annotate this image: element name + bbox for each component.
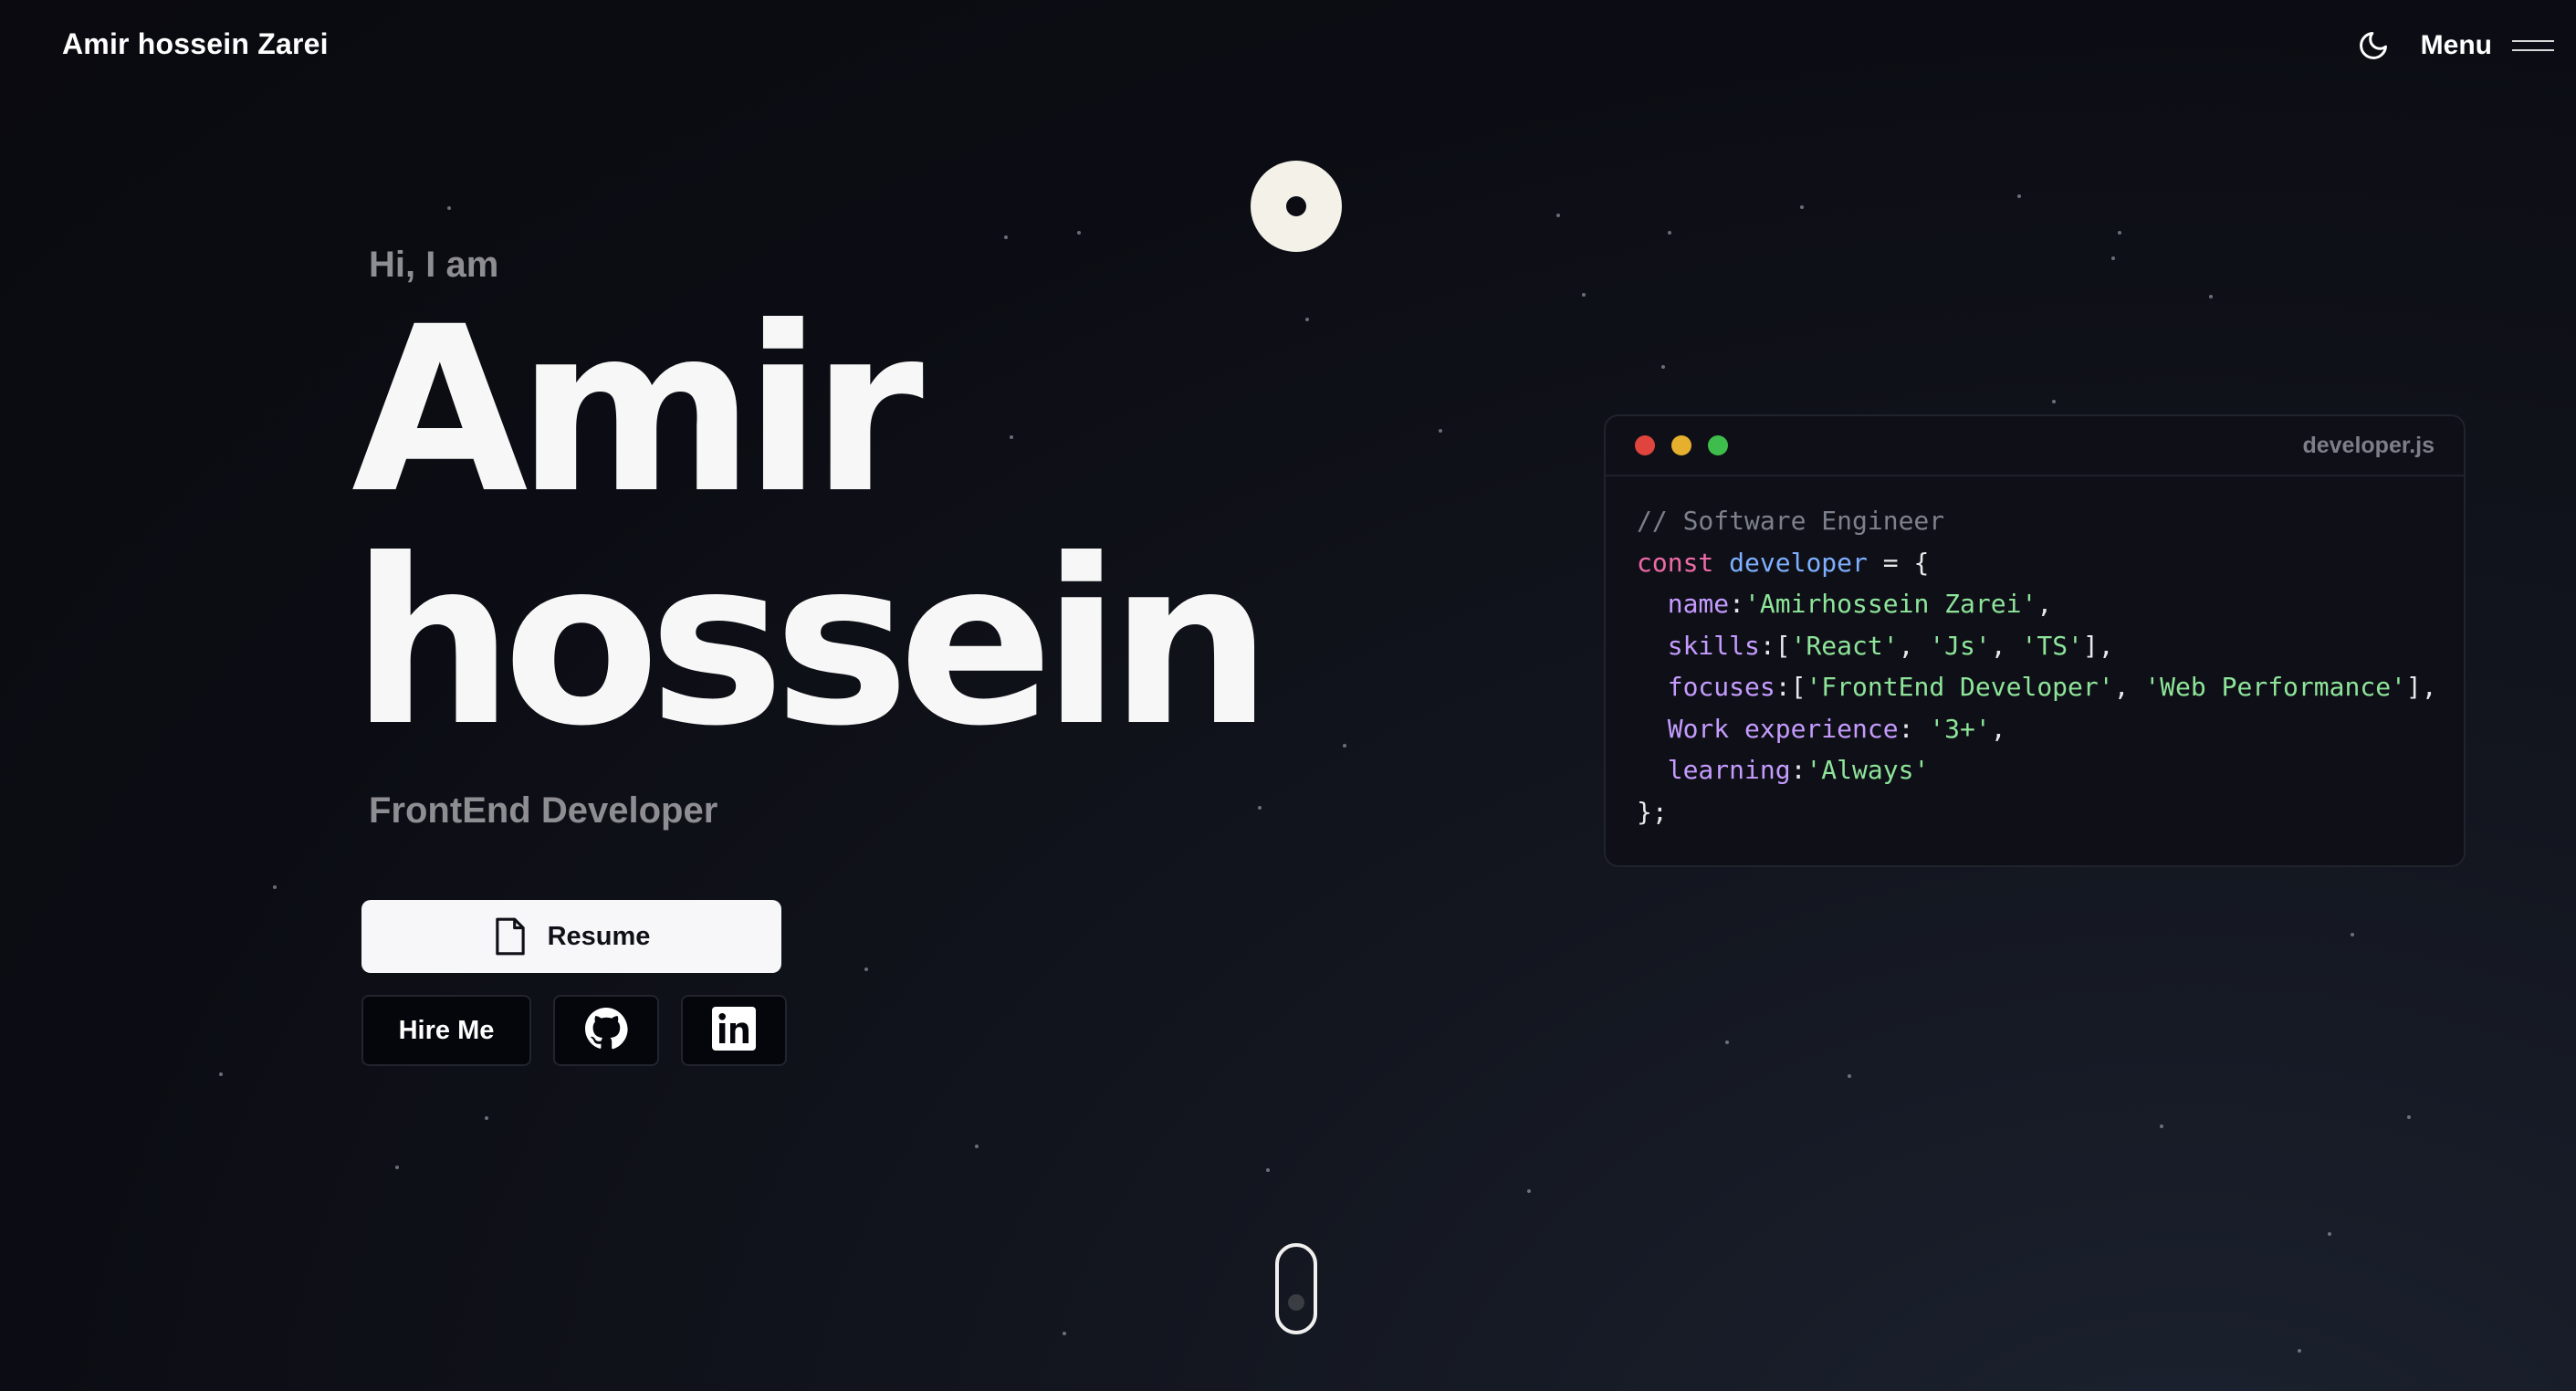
github-button[interactable] xyxy=(553,995,659,1066)
maximize-dot xyxy=(1708,435,1728,455)
code-skill: 'React' xyxy=(1790,630,1899,661)
linkedin-button[interactable] xyxy=(681,995,787,1066)
moon-icon[interactable] xyxy=(2353,26,2393,66)
code-open: = { xyxy=(1867,547,1930,578)
brand-name[interactable]: Amir hossein Zarei xyxy=(62,27,329,61)
close-dot xyxy=(1635,435,1655,455)
hero-name-line2: hossein xyxy=(351,510,1272,776)
code-window: developer.js // Software Engineer const … xyxy=(1604,414,2466,867)
code-val-learning: 'Always' xyxy=(1806,755,1930,785)
code-close: }; xyxy=(1637,796,1668,827)
code-key-skills: skills xyxy=(1667,630,1760,661)
github-icon xyxy=(584,1007,628,1055)
code-skill: 'Js' xyxy=(1929,630,1991,661)
code-comment: // Software Engineer xyxy=(1637,506,1945,536)
minimize-dot xyxy=(1671,435,1691,455)
document-icon xyxy=(493,916,528,957)
code-filename: developer.js xyxy=(2302,433,2435,458)
hamburger-icon[interactable] xyxy=(2512,35,2554,57)
code-key-learning: learning xyxy=(1667,755,1791,785)
scroll-down-indicator[interactable] xyxy=(1275,1243,1317,1334)
sun-decoration xyxy=(1251,161,1342,252)
menu-button[interactable]: Menu xyxy=(2421,30,2492,61)
linkedin-icon xyxy=(712,1006,756,1055)
code-window-titlebar: developer.js xyxy=(1606,416,2464,476)
role-text: FrontEnd Developer xyxy=(369,790,718,831)
hire-me-button[interactable]: Hire Me xyxy=(361,995,531,1066)
code-key-focuses: focuses xyxy=(1667,672,1775,702)
code-val-name: 'Amirhossein Zarei' xyxy=(1744,589,2037,619)
hero-name: Amir hossein xyxy=(351,277,1272,776)
header-controls: Menu xyxy=(2353,26,2554,66)
resume-button[interactable]: Resume xyxy=(361,900,781,973)
code-key-work: Work experience xyxy=(1667,713,1899,744)
code-variable: developer xyxy=(1729,547,1868,578)
code-keyword: const xyxy=(1637,547,1714,578)
code-body: // Software Engineer const developer = {… xyxy=(1637,506,2437,827)
code-key-name: name xyxy=(1667,589,1730,619)
code-focus: 'Web Performance' xyxy=(2144,672,2406,702)
code-val-work: '3+' xyxy=(1929,713,1991,744)
resume-label: Resume xyxy=(547,921,651,951)
code-focus: 'FrontEnd Developer' xyxy=(1806,672,2114,702)
hero-name-line1: Amir xyxy=(351,277,924,543)
code-skill: 'TS' xyxy=(2021,630,2083,661)
